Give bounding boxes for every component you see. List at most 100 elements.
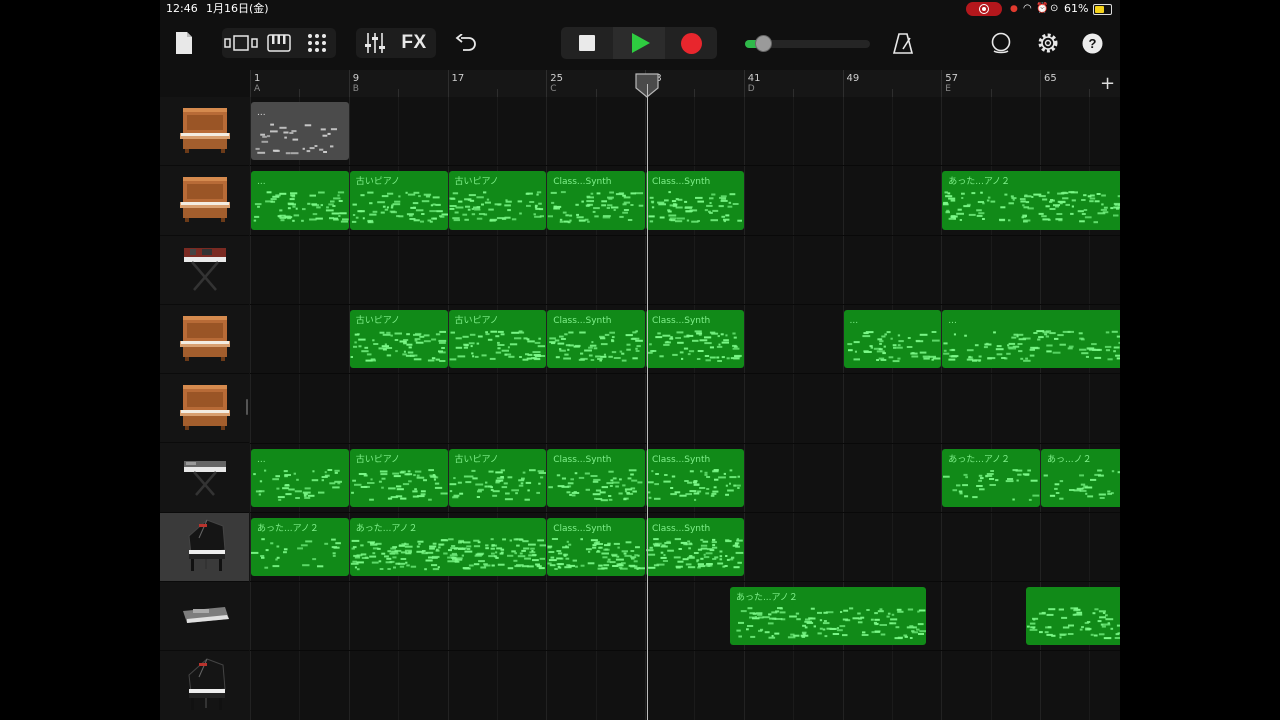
region[interactable]: あった...アノ２ [251,517,349,577]
region[interactable]: 古いピアノ [448,171,547,230]
status-date: 1月16日(金) [206,2,269,15]
region-label: ... [257,108,266,118]
bar-number: 65 [1044,73,1057,84]
view-toggle-button[interactable] [222,28,260,58]
stop-button[interactable] [561,27,613,59]
lock-rotation-icon: ⊙ [1050,3,1059,14]
upright-piano-icon [177,173,233,227]
region[interactable]: あった...アノ２ [942,171,1120,230]
alarm-icon: ⏰ [1036,3,1049,14]
timeline-ruler[interactable]: 19172533414957657381ABCDEFG [250,70,1120,97]
lane-divider [250,511,1120,513]
ruler-tick [743,70,745,97]
mixer-icon [365,33,385,53]
help-button[interactable]: ? [1080,31,1104,55]
track-header-upright-piano[interactable] [160,166,249,236]
section-marker[interactable]: B [353,84,359,94]
lane-divider [250,303,1120,305]
master-volume-slider[interactable] [754,35,772,52]
track-header-grand-piano[interactable] [160,512,249,583]
track-header-grand-piano[interactable] [160,651,249,720]
toolbar: FX ? [160,18,1120,70]
fx-label: FX [401,32,427,53]
track-header-upright-piano[interactable] [160,305,249,375]
play-button[interactable] [613,27,665,59]
region[interactable]: Class...Synth [547,309,645,369]
svg-text:?: ? [1088,36,1096,51]
add-section-button[interactable]: + [1100,74,1115,94]
lane-divider [250,581,1120,583]
lane-divider [250,165,1120,167]
settings-button[interactable] [1034,30,1062,56]
ruler-tick [941,70,943,97]
record-indicator-icon [979,4,989,14]
mixer-button[interactable] [358,28,392,58]
ruler-tick [348,70,350,97]
region[interactable]: 古いピアノ [349,448,448,507]
track-header-upright-piano[interactable] [160,97,249,167]
region-label: あった...アノ２ [355,523,418,534]
keyboard-button[interactable] [260,28,298,58]
red-dot-icon: ● [1010,4,1018,14]
region[interactable]: ... [942,309,1120,369]
loop-icon [991,32,1011,54]
undo-button[interactable] [452,30,480,56]
region[interactable] [1026,587,1120,646]
header-resize-handle[interactable] [246,399,248,415]
region[interactable]: あった...アノ２ [942,448,1040,507]
fx-button[interactable]: FX [396,28,432,58]
status-time: 12:46 [166,2,198,15]
track-header-keyboard-stand[interactable] [160,444,249,513]
record-button[interactable] [665,27,717,59]
grand-piano-icon [179,516,231,578]
region-label: 古いピアノ [355,177,400,188]
battery-percentage: 61% [1064,2,1089,15]
region[interactable]: Class...Synth [547,448,645,507]
region-label: Class...Synth [553,315,612,326]
section-marker[interactable]: E [945,84,951,94]
region[interactable]: ... [251,102,349,161]
track-header-digital-piano[interactable] [160,582,249,652]
region[interactable]: 古いピアノ [349,309,448,369]
loop-browser-button[interactable] [986,30,1016,56]
section-marker[interactable]: A [254,84,260,94]
garageband-screen: 12:46 1月16日(金) ● ◠ ⏰ ⊙ 61% FX ? 1 9 17 2… [160,0,1120,720]
keyboard-icon [267,34,291,52]
bar-number: 41 [747,73,761,84]
bar-number: 17 [451,73,465,84]
region[interactable]: Class...Synth [547,517,645,577]
tracks-area[interactable]: ...... 古いピアノ 古いピアノ Class...Synth Class...Syn… [250,97,1120,720]
section-marker[interactable]: D [748,84,755,94]
undo-icon [455,34,476,51]
live-loops-button[interactable] [298,28,336,58]
track-header-synth-stand[interactable] [160,236,249,305]
region[interactable]: Class...Synth [646,309,744,369]
screen-recording-indicator[interactable] [966,2,1002,16]
region[interactable]: Class...Synth [547,171,645,230]
metronome-button[interactable] [890,30,916,56]
region[interactable]: ... [251,448,349,507]
region[interactable]: Class...Synth [646,448,744,507]
region[interactable]: あった...アノ２ [729,587,927,646]
region[interactable]: ... [251,171,349,230]
playhead [646,84,648,720]
ruler-tick [299,89,301,97]
region-label: Class...Synth [652,315,711,326]
section-marker[interactable]: C [550,84,556,94]
region[interactable]: 古いピアノ [349,171,448,230]
midi-notes [1027,607,1120,640]
midi-notes [255,123,337,155]
my-songs-button[interactable] [174,30,194,56]
region[interactable]: Class...Synth [646,517,744,577]
track-header-upright-piano[interactable] [160,374,249,444]
region[interactable]: 古いピアノ [448,448,547,507]
region[interactable]: ... [843,309,942,369]
region[interactable]: Class...Synth [646,171,744,230]
region[interactable]: 古いピアノ [448,309,547,369]
status-bar: 12:46 1月16日(金) ● ◠ ⏰ ⊙ 61% [160,0,1120,18]
region[interactable]: あっ...ノ２ [1041,448,1120,507]
region-label: あった...アノ２ [257,523,319,534]
region-label: ... [948,315,957,326]
keyboard-stand-icon [180,451,230,505]
region[interactable]: あった...アノ２ [349,517,547,577]
